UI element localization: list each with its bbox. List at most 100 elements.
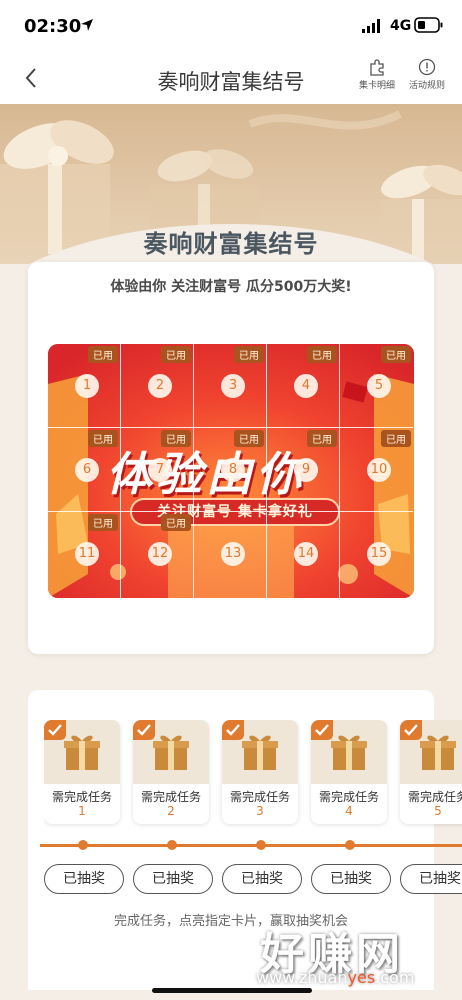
card-number: 2 — [148, 374, 172, 398]
location-arrow-icon — [81, 19, 93, 31]
puzzle-card-2[interactable]: 已用 2 — [121, 344, 194, 428]
card-number: 6 — [75, 458, 99, 482]
card-number: 8 — [221, 458, 245, 482]
puzzle-card-14[interactable]: 14 — [267, 512, 340, 598]
card-details-button[interactable]: 集卡明细 — [355, 58, 399, 91]
puzzle-grid: 体验由你 关注财富号 集卡拿好礼 已用 1 已用 2 已用 3 已用 4 已用 … — [48, 344, 414, 598]
progress-dot — [345, 840, 355, 850]
task-number: 1 — [78, 804, 86, 818]
puzzle-card-1[interactable]: 已用 1 — [48, 344, 121, 428]
task-card-5[interactable]: 需完成任务 5 — [400, 720, 462, 824]
status-time: 02:30 — [24, 16, 82, 37]
progress-dot — [78, 840, 88, 850]
watermark-url-highlight: yes — [347, 968, 376, 987]
puzzle-icon — [370, 59, 384, 76]
card-number: 9 — [294, 458, 318, 482]
checkmark-icon — [133, 720, 155, 740]
status-bar: 02:30 4G — [0, 0, 462, 52]
banner-title: 奏响财富集结号 — [143, 230, 319, 258]
draw-button-5[interactable]: 已抽奖 — [400, 864, 462, 894]
checkmark-icon — [311, 720, 333, 740]
puzzle-card-10[interactable]: 已用 10 — [340, 428, 413, 512]
gift-icon — [153, 735, 189, 770]
puzzle-card-4[interactable]: 已用 4 — [267, 344, 340, 428]
activity-rules-label: 活动规则 — [408, 81, 445, 91]
used-badge: 已用 — [381, 346, 411, 363]
gift-icon — [331, 735, 367, 770]
checkmark-icon — [400, 720, 422, 740]
card-number: 7 — [148, 458, 172, 482]
used-badge: 已用 — [88, 514, 118, 531]
draw-button-3[interactable]: 已抽奖 — [222, 864, 302, 894]
task-label: 需完成任务 — [229, 790, 290, 804]
draw-button-1[interactable]: 已抽奖 — [44, 864, 124, 894]
card-number: 1 — [75, 374, 99, 398]
puzzle-card-13[interactable]: 13 — [194, 512, 267, 598]
used-badge: 已用 — [234, 346, 264, 363]
used-badge: 已用 — [88, 430, 118, 447]
used-badge: 已用 — [234, 430, 264, 447]
watermark-url-prefix: www.zhuan — [256, 968, 348, 987]
used-badge: 已用 — [88, 346, 118, 363]
puzzle-card-7[interactable]: 已用 7 — [121, 428, 194, 512]
network-type: 4G — [390, 18, 412, 34]
card-number: 3 — [221, 374, 245, 398]
task-number: 4 — [345, 804, 353, 818]
card-number: 4 — [294, 374, 318, 398]
activity-rules-button[interactable]: 活动规则 — [405, 58, 449, 91]
card-number: 15 — [367, 542, 391, 566]
task-label: 需完成任务 — [140, 790, 201, 804]
card-number: 14 — [294, 542, 318, 566]
watermark-url: www.zhuanyes.com — [256, 968, 414, 987]
task-list: 需完成任务 1 需完成任务 2 需完成任务 3 需完成任务 4 需完成任务 5 — [44, 720, 462, 830]
card-number: 12 — [148, 542, 172, 566]
signal-icon — [362, 19, 380, 33]
task-card-2[interactable]: 需完成任务 2 — [133, 720, 209, 824]
progress-dot — [256, 840, 266, 850]
task-card-3[interactable]: 需完成任务 3 — [222, 720, 298, 824]
gift-icon — [420, 735, 456, 770]
nav-bar: 奏响财富集结号 集卡明细 活动规则 — [0, 52, 462, 104]
task-label: 需完成任务 — [51, 790, 112, 804]
puzzle-card-15[interactable]: 15 — [340, 512, 413, 598]
puzzle-card-6[interactable]: 已用 6 — [48, 428, 121, 512]
puzzle-card-9[interactable]: 已用 9 — [267, 428, 340, 512]
home-indicator — [152, 988, 312, 993]
battery-icon — [414, 17, 443, 33]
task-card-4[interactable]: 需完成任务 4 — [311, 720, 387, 824]
gift-icon — [64, 735, 100, 770]
card-subtitle: 体验由你 关注财富号 瓜分500万大奖! — [110, 279, 352, 295]
draw-button-2[interactable]: 已抽奖 — [133, 864, 213, 894]
puzzle-card-5[interactable]: 已用 5 — [340, 344, 413, 428]
puzzle-card-8[interactable]: 已用 8 — [194, 428, 267, 512]
card-details-label: 集卡明细 — [358, 81, 395, 91]
task-label: 需完成任务 — [407, 790, 462, 804]
used-badge: 已用 — [381, 430, 411, 447]
puzzle-card-12[interactable]: 已用 12 — [121, 512, 194, 598]
task-number: 5 — [434, 804, 442, 818]
task-label: 需完成任务 — [318, 790, 379, 804]
task-card-1[interactable]: 需完成任务 1 — [44, 720, 120, 824]
draw-button-4[interactable]: 已抽奖 — [311, 864, 391, 894]
card-number: 11 — [75, 542, 99, 566]
gift-icon — [242, 735, 278, 770]
task-number: 2 — [167, 804, 175, 818]
used-badge: 已用 — [161, 514, 191, 531]
used-badge: 已用 — [307, 430, 337, 447]
draw-button-row: 已抽奖 已抽奖 已抽奖 已抽奖 已抽奖 — [44, 864, 462, 896]
watermark-url-suffix: .com — [375, 968, 415, 987]
task-number: 3 — [256, 804, 264, 818]
card-number: 10 — [367, 458, 391, 482]
used-badge: 已用 — [307, 346, 337, 363]
card-number: 13 — [221, 542, 245, 566]
checkmark-icon — [222, 720, 244, 740]
watermark: 好赚网 www.zhuanyes.com — [252, 918, 452, 990]
puzzle-card-11[interactable]: 已用 11 — [48, 512, 121, 598]
progress-dot — [167, 840, 177, 850]
info-icon — [418, 58, 436, 76]
puzzle-card-3[interactable]: 已用 3 — [194, 344, 267, 428]
used-badge: 已用 — [161, 346, 191, 363]
used-badge: 已用 — [161, 430, 191, 447]
task-progress-line — [40, 844, 462, 847]
card-number: 5 — [367, 374, 391, 398]
